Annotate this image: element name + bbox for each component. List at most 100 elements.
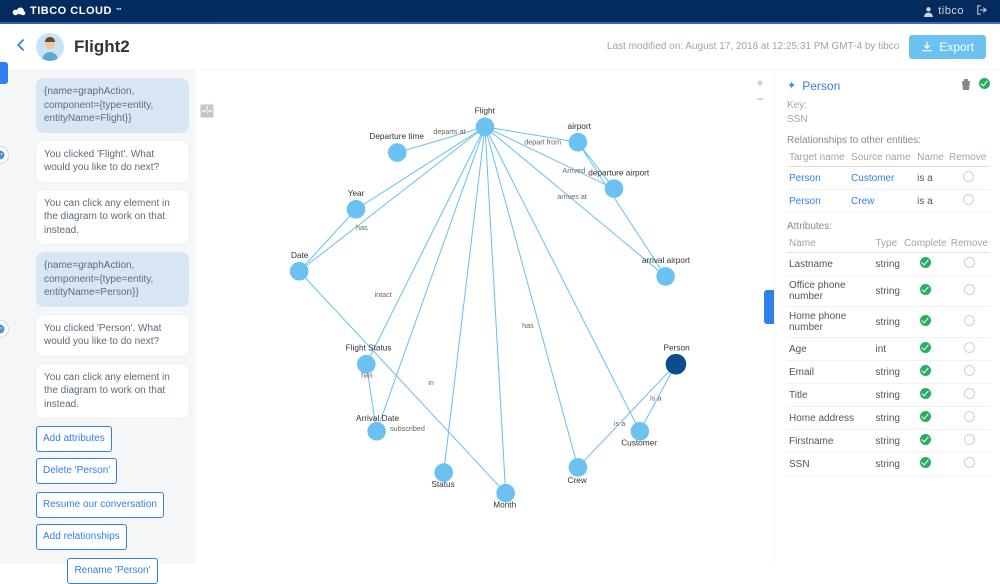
chat-tip-msg: You can click any element in the diagram… <box>36 364 189 419</box>
remove-icon[interactable] <box>964 284 975 295</box>
table-row: Home phone numberstring <box>787 307 990 338</box>
graph-node: airport <box>568 122 592 152</box>
chat-bot-msg: You clicked 'Person'. What would you lik… <box>36 315 189 356</box>
graph-node: arrival airport <box>642 256 691 286</box>
graph-node: Date <box>290 251 309 281</box>
bot-avatar-icon <box>0 321 8 337</box>
table-row: Titlestring <box>787 384 990 407</box>
svg-text:in: in <box>428 378 434 387</box>
svg-text:Date: Date <box>291 251 309 260</box>
complete-icon <box>920 257 931 268</box>
properties-panel: ✦ Person Key: SSN Relationships to other… <box>775 70 1000 564</box>
exit-button[interactable] <box>976 4 988 19</box>
confirm-entity-icon[interactable] <box>979 78 990 93</box>
entity-name: Person <box>802 79 955 93</box>
brand-logo: TIBCO CLOUD™ <box>12 4 122 18</box>
cloud-icon <box>12 4 26 18</box>
chat-tip-msg: You can click any element in the diagram… <box>36 190 189 245</box>
svg-text:airport: airport <box>568 122 592 131</box>
chat-system-msg: {name=graphAction, component={type=entit… <box>36 252 189 307</box>
entity-icon: ✦ <box>787 79 796 92</box>
remove-icon[interactable] <box>963 171 974 182</box>
table-row: PersonCustomeris a <box>787 167 990 190</box>
complete-icon <box>920 284 931 295</box>
remove-icon[interactable] <box>964 342 975 353</box>
complete-icon <box>920 315 931 326</box>
graph-node: Crew <box>568 458 588 485</box>
complete-icon <box>920 388 931 399</box>
svg-text:Person: Person <box>664 344 691 353</box>
graph-node: departure airport <box>588 168 650 198</box>
remove-icon[interactable] <box>964 315 975 326</box>
graph-node: Flight <box>475 106 496 136</box>
complete-icon <box>920 411 931 422</box>
table-row: Lastnamestring <box>787 253 990 276</box>
graph-node: Person <box>664 344 691 375</box>
delete-entity-icon[interactable] <box>961 78 971 93</box>
attributes-table: Name Type Complete Remove Lastnamestring… <box>787 235 990 476</box>
complete-icon <box>920 365 931 376</box>
complete-icon <box>920 342 931 353</box>
svg-text:intact: intact <box>375 290 392 299</box>
graph-node: Status <box>431 463 454 489</box>
model-avatar <box>36 33 64 61</box>
svg-text:depart from: depart from <box>524 137 561 146</box>
graph-canvas[interactable]: + − <box>195 70 775 564</box>
chat-tab-indicator[interactable] <box>0 62 8 84</box>
remove-icon[interactable] <box>964 365 975 376</box>
svg-text:arrives at: arrives at <box>557 192 587 201</box>
chat-system-msg: {name=graphAction, component={type=entit… <box>36 78 189 133</box>
resume-conversation-button[interactable]: Resume our conversation <box>36 492 164 518</box>
user-name: tibco <box>938 5 964 17</box>
user-icon <box>923 6 934 17</box>
last-modified: Last modified on: August 17, 2018 at 12:… <box>607 41 899 52</box>
remove-icon[interactable] <box>964 457 975 468</box>
svg-text:departure airport: departure airport <box>588 168 650 177</box>
chat-bot-msg: You clicked 'Flight'. What would you lik… <box>36 141 189 182</box>
remove-icon[interactable] <box>964 411 975 422</box>
svg-text:Flight: Flight <box>475 106 496 115</box>
rename-person-button[interactable]: Rename 'Person' <box>67 558 157 584</box>
svg-text:Arrived: Arrived <box>562 166 585 175</box>
attributes-title: Attributes: <box>787 221 990 232</box>
export-button[interactable]: Export <box>909 35 986 59</box>
page-header: Flight2 Last modified on: August 17, 201… <box>0 24 1000 70</box>
svg-text:is a: is a <box>614 419 626 428</box>
download-icon <box>921 41 933 53</box>
table-row: Home addressstring <box>787 407 990 430</box>
svg-text:Arrival Date: Arrival Date <box>356 414 400 423</box>
svg-text:has: has <box>356 223 368 232</box>
relationships-table: Target name Source name Name Remove Pers… <box>787 149 990 213</box>
key-value: SSN <box>787 113 990 127</box>
add-attributes-button[interactable]: Add attributes <box>36 426 112 452</box>
svg-text:departs at: departs at <box>433 127 465 136</box>
add-relationships-button[interactable]: Add relationships <box>36 524 127 550</box>
graph-node: Customer <box>621 422 657 448</box>
bot-avatar-icon <box>0 147 8 163</box>
graph-node: Flight Status <box>346 344 392 374</box>
remove-icon[interactable] <box>963 194 974 205</box>
back-button[interactable] <box>14 38 28 55</box>
svg-text:has: has <box>522 321 534 330</box>
relationships-title: Relationships to other entities: <box>787 135 990 146</box>
complete-icon <box>920 457 931 468</box>
graph-node: Year <box>347 189 366 219</box>
brand-text: TIBCO CLOUD <box>30 5 112 17</box>
remove-icon[interactable] <box>964 434 975 445</box>
delete-person-button[interactable]: Delete 'Person' <box>36 458 117 484</box>
table-row: PersonCrewis a <box>787 190 990 213</box>
remove-icon[interactable] <box>964 257 975 268</box>
svg-text:Customer: Customer <box>621 439 657 448</box>
svg-text:Year: Year <box>348 189 365 198</box>
svg-text:Status: Status <box>431 480 454 489</box>
page-title: Flight2 <box>74 37 130 57</box>
user-menu[interactable]: tibco <box>923 5 964 17</box>
table-row: Ageint <box>787 338 990 361</box>
svg-text:is a: is a <box>650 393 662 402</box>
svg-text:Departure time: Departure time <box>369 132 424 141</box>
complete-icon <box>920 434 931 445</box>
svg-text:Crew: Crew <box>568 476 587 485</box>
remove-icon[interactable] <box>964 388 975 399</box>
table-row: Office phone numberstring <box>787 276 990 307</box>
chat-panel: {name=graphAction, component={type=entit… <box>0 70 195 564</box>
